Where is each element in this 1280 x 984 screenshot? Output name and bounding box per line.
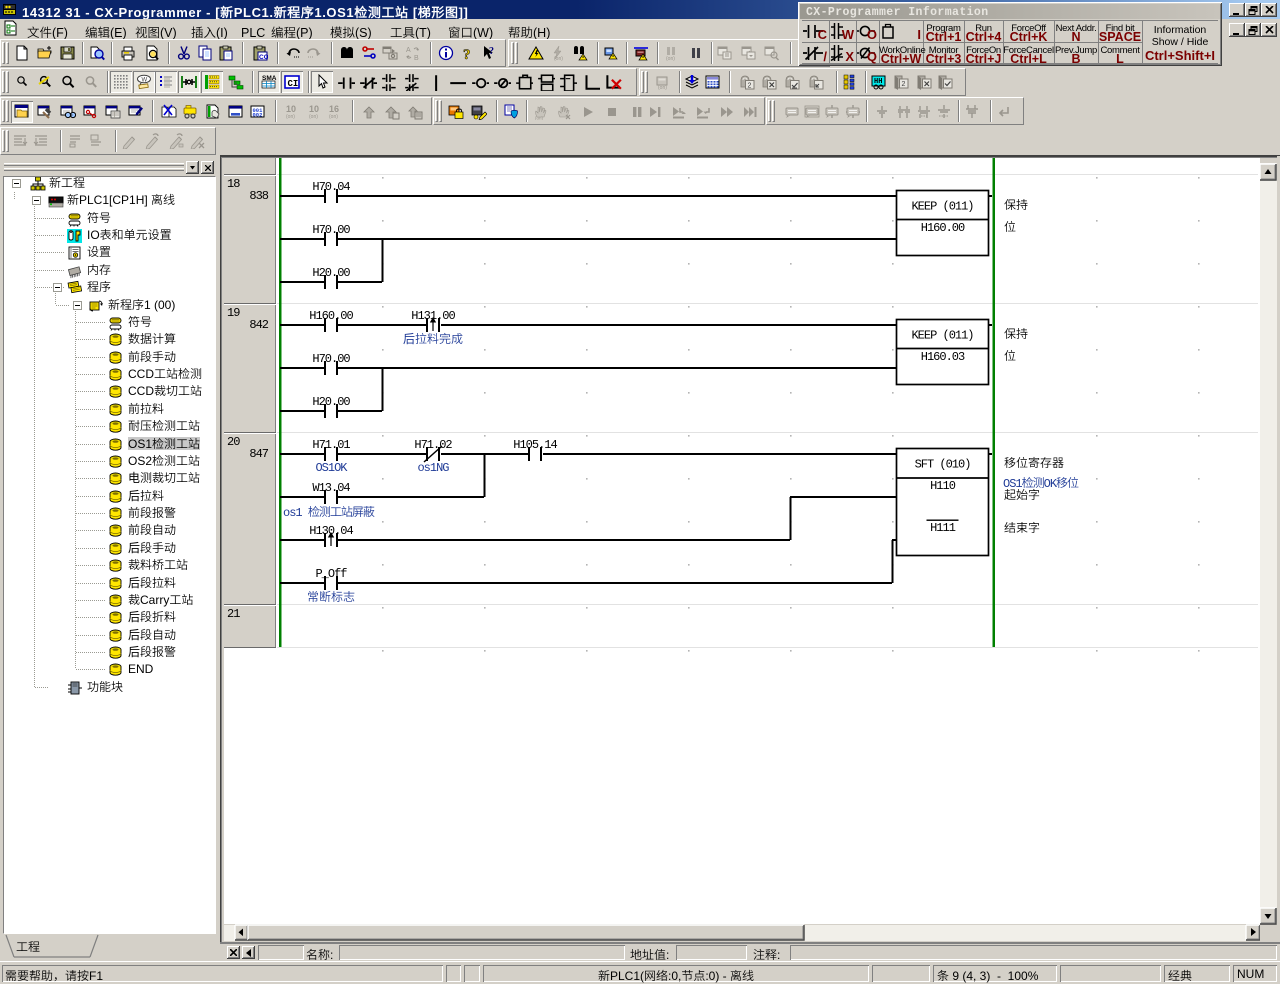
svg-text:H160.00: H160.00 — [921, 221, 965, 235]
svg-text:18: 18 — [227, 177, 240, 191]
svg-text:H160.03: H160.03 — [921, 350, 965, 364]
svg-text:H70.00: H70.00 — [312, 352, 350, 366]
svg-text:os1NG: os1NG — [417, 461, 449, 475]
svg-text:H71.01: H71.01 — [312, 438, 350, 452]
svg-text:W13.04: W13.04 — [312, 481, 350, 495]
svg-text:H71.02: H71.02 — [414, 438, 452, 452]
svg-text:H20.00: H20.00 — [312, 266, 350, 280]
svg-text:H160.00: H160.00 — [309, 309, 353, 323]
svg-text:os1 检测工站屏蔽: os1 检测工站屏蔽 — [283, 503, 375, 520]
svg-text:H111: H111 — [930, 521, 956, 535]
svg-text:起始字: 起始字 — [1004, 486, 1040, 503]
svg-text:20: 20 — [227, 435, 240, 449]
svg-text:H70.04: H70.04 — [312, 180, 350, 194]
svg-text:移位寄存器: 移位寄存器 — [1004, 454, 1064, 471]
svg-text:H131.00: H131.00 — [411, 309, 455, 323]
svg-text:常断标志: 常断标志 — [307, 588, 355, 605]
svg-text:KEEP (011): KEEP (011) — [911, 329, 973, 343]
svg-text:保持: 保持 — [1004, 196, 1028, 213]
svg-text:H110: H110 — [930, 479, 956, 493]
svg-text:H20.00: H20.00 — [312, 395, 350, 409]
svg-text:842: 842 — [249, 318, 268, 332]
svg-text:结束字: 结束字 — [1004, 519, 1040, 536]
svg-text:P_Off: P_Off — [315, 567, 347, 581]
svg-text:838: 838 — [249, 189, 268, 203]
svg-text:OS1OK: OS1OK — [315, 461, 348, 475]
svg-text:H130.04: H130.04 — [309, 524, 353, 538]
svg-text:保持: 保持 — [1004, 325, 1028, 342]
svg-text:后拉料完成: 后拉料完成 — [403, 330, 463, 347]
svg-text:H105.14: H105.14 — [513, 438, 557, 452]
svg-text:19: 19 — [227, 306, 240, 320]
svg-text:位: 位 — [1004, 218, 1016, 235]
svg-text:847: 847 — [249, 447, 268, 461]
svg-text:H70.00: H70.00 — [312, 223, 350, 237]
svg-text:21: 21 — [227, 607, 240, 621]
svg-text:位: 位 — [1004, 347, 1016, 364]
svg-text:SFT (010): SFT (010) — [915, 458, 971, 472]
svg-text:KEEP (011): KEEP (011) — [911, 200, 973, 214]
